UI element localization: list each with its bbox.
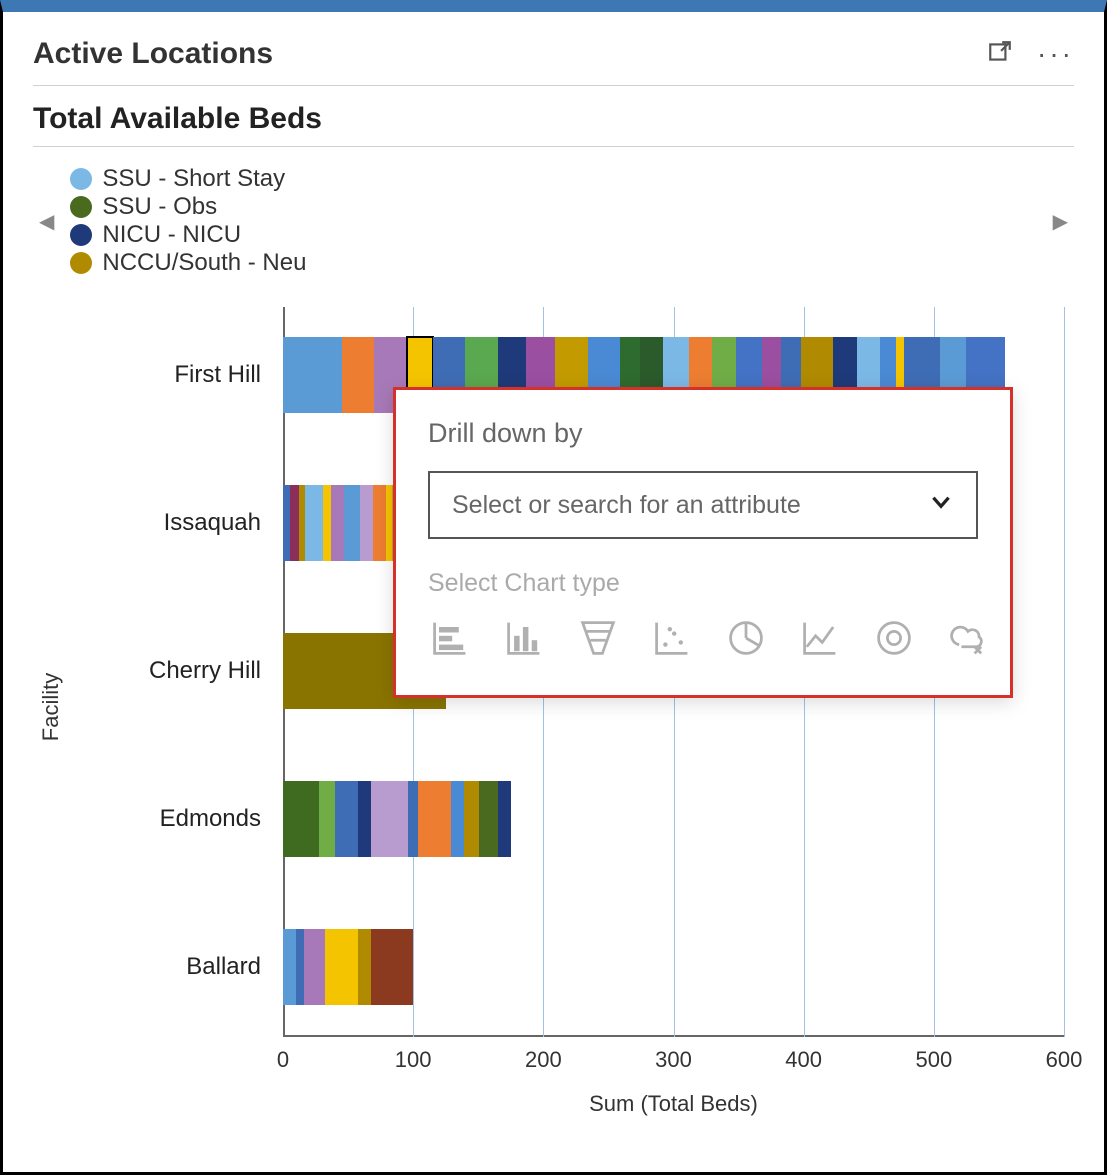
legend-item[interactable]: NICU - NICU [70, 221, 306, 249]
line-chart-icon[interactable] [798, 616, 842, 665]
x-tick-label: 0 [277, 1047, 289, 1073]
popout-icon[interactable] [987, 39, 1013, 70]
bar-segment[interactable] [325, 929, 359, 1005]
drill-down-popup: Drill down by Select or search for an at… [393, 387, 1013, 698]
chevron-down-icon [928, 489, 954, 522]
bar-segment[interactable] [479, 781, 497, 857]
legend-scroll-right[interactable]: ▶ [1047, 209, 1074, 234]
legend: ◀ SSU - Short StaySSU - ObsNICU - NICUNC… [33, 147, 1074, 287]
legend-label: NICU - NICU [102, 221, 241, 249]
legend-swatch [70, 196, 92, 218]
bar-segment[interactable] [304, 929, 325, 1005]
x-axis: 0100200300400500600 [283, 1047, 1064, 1077]
y-axis-label: Facility [38, 673, 64, 741]
card-header: Active Locations ··· [33, 37, 1074, 86]
bar-segment[interactable] [464, 781, 480, 857]
chart-card: Active Locations ··· Total Available Bed… [0, 0, 1107, 1175]
legend-scroll-left[interactable]: ◀ [33, 209, 60, 234]
x-tick-label: 600 [1046, 1047, 1083, 1073]
bar-row[interactable]: Ballard [283, 929, 1064, 1005]
category-label: First Hill [174, 361, 283, 389]
card-toolbar: ··· [987, 39, 1074, 70]
x-tick-label: 400 [785, 1047, 822, 1073]
chart-title: Total Available Beds [33, 86, 1074, 147]
legend-item[interactable]: SSU - Obs [70, 193, 306, 221]
bar-segment[interactable] [305, 485, 323, 561]
bar-segment[interactable] [323, 485, 331, 561]
bar-segment[interactable] [335, 781, 358, 857]
donut-chart-icon[interactable] [872, 616, 916, 665]
bar-segment[interactable] [371, 781, 407, 857]
grid-line [1064, 307, 1065, 1037]
legend-item[interactable]: NCCU/South - Neu [70, 249, 306, 277]
bar-segment[interactable] [373, 485, 386, 561]
scatter-chart-icon[interactable] [650, 616, 694, 665]
card-title: Active Locations [33, 37, 273, 71]
bar-segment[interactable] [358, 781, 371, 857]
bar-segment[interactable] [344, 485, 360, 561]
bar-segment[interactable] [290, 485, 299, 561]
legend-label: SSU - Short Stay [102, 165, 285, 193]
category-label: Edmonds [160, 805, 283, 833]
legend-label: NCCU/South - Neu [102, 249, 306, 277]
legend-swatch [70, 252, 92, 274]
bar-segment[interactable] [418, 781, 451, 857]
vertical-bar-chart-icon[interactable] [502, 616, 546, 665]
more-options-icon[interactable]: ··· [1037, 49, 1074, 59]
bar-segment[interactable] [296, 929, 304, 1005]
drill-down-placeholder: Select or search for an attribute [452, 491, 801, 520]
legend-swatch [70, 168, 92, 190]
bar-row[interactable]: Edmonds [283, 781, 1064, 857]
x-axis-label: Sum (Total Beds) [283, 1091, 1064, 1117]
funnel-chart-icon[interactable] [576, 616, 620, 665]
bar-segment[interactable] [408, 781, 418, 857]
drill-down-attribute-select[interactable]: Select or search for an attribute [428, 471, 978, 539]
bar-segment[interactable] [342, 337, 375, 413]
plot-area: Facility First HillIssaquahCherry HillEd… [73, 297, 1074, 1117]
bar-segment[interactable] [283, 929, 296, 1005]
pie-chart-icon[interactable] [724, 616, 768, 665]
category-label: Ballard [186, 953, 283, 981]
x-tick-label: 300 [655, 1047, 692, 1073]
bar-segment[interactable] [319, 781, 335, 857]
bar-segment[interactable] [498, 781, 511, 857]
legend-swatch [70, 224, 92, 246]
bar-segment[interactable] [331, 485, 344, 561]
legend-item[interactable]: SSU - Short Stay [70, 165, 306, 193]
horizontal-bar-chart-icon[interactable] [428, 616, 472, 665]
category-label: Issaquah [164, 509, 283, 537]
x-tick-label: 100 [395, 1047, 432, 1073]
legend-label: SSU - Obs [102, 193, 217, 221]
bar-segment[interactable] [360, 485, 373, 561]
x-tick-label: 200 [525, 1047, 562, 1073]
bar-segment[interactable] [283, 781, 319, 857]
x-tick-label: 500 [915, 1047, 952, 1073]
category-label: Cherry Hill [149, 657, 283, 685]
chart-type-label: Select Chart type [428, 569, 978, 598]
wordcloud-chart-icon[interactable] [946, 616, 990, 665]
bar-segment[interactable] [358, 929, 371, 1005]
bar-segment[interactable] [371, 929, 413, 1005]
drill-down-title: Drill down by [428, 418, 978, 449]
bar-segment[interactable] [451, 781, 464, 857]
chart-type-row [428, 616, 978, 665]
bar-segment[interactable] [283, 337, 342, 413]
